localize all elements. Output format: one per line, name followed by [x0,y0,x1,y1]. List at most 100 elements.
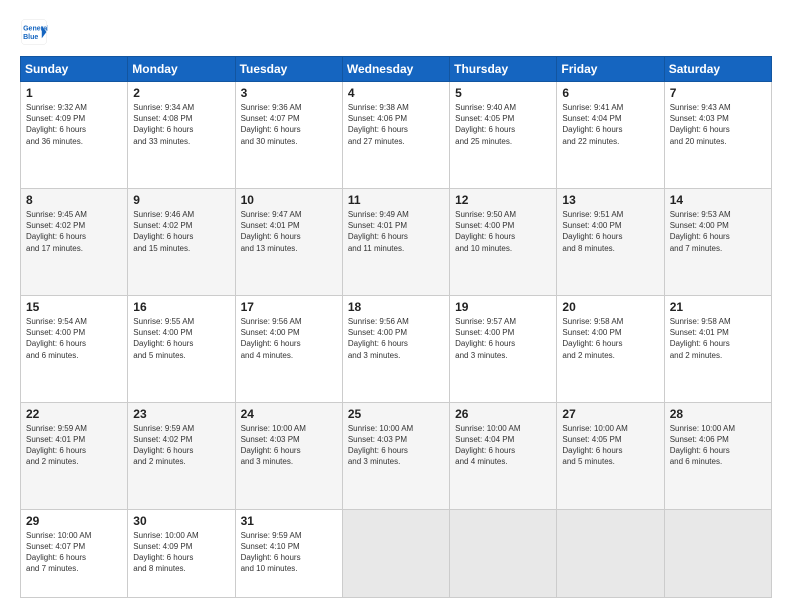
day-number: 11 [348,193,444,207]
calendar-cell: 6 Sunrise: 9:41 AMSunset: 4:04 PMDaylight… [557,82,664,189]
calendar-cell: 18 Sunrise: 9:56 AMSunset: 4:00 PMDayligh… [342,295,449,402]
day-number: 1 [26,86,122,100]
calendar-cell: 17 Sunrise: 9:56 AMSunset: 4:00 PMDayligh… [235,295,342,402]
cell-info: Sunrise: 9:50 AMSunset: 4:00 PMDaylight:… [455,209,551,254]
calendar-cell: 10Sunrise: 9:47 AMSunset: 4:01 PMDayligh… [235,188,342,295]
cell-info: Sunrise: 9:56 AMSunset: 4:00 PMDaylight:… [348,316,444,361]
cell-info: Sunrise: 10:00 AMSunset: 4:05 PMDaylight… [562,423,658,468]
calendar-cell: 30 Sunrise: 10:00 AMSunset: 4:09 PMDaylig… [128,509,235,597]
cell-info: Sunrise: 9:58 AMSunset: 4:00 PMDaylight:… [562,316,658,361]
day-number: 17 [241,300,337,314]
day-number: 27 [562,407,658,421]
calendar-week-2: 8 Sunrise: 9:45 AMSunset: 4:02 PMDaylight… [21,188,772,295]
calendar-cell: 23 Sunrise: 9:59 AMSunset: 4:02 PMDayligh… [128,402,235,509]
svg-text:Blue: Blue [23,34,38,41]
calendar-header-row: SundayMondayTuesdayWednesdayThursdayFrid… [21,57,772,82]
day-number: 7 [670,86,766,100]
cell-info: Sunrise: 10:00 AMSunset: 4:03 PMDaylight… [348,423,444,468]
calendar-cell [664,509,771,597]
day-number: 30 [133,514,229,528]
cell-info: Sunrise: 10:00 AMSunset: 4:04 PMDaylight… [455,423,551,468]
cell-info: Sunrise: 9:54 AMSunset: 4:00 PMDaylight:… [26,316,122,361]
calendar-week-3: 15 Sunrise: 9:54 AMSunset: 4:00 PMDayligh… [21,295,772,402]
calendar-week-5: 29 Sunrise: 10:00 AMSunset: 4:07 PMDaylig… [21,509,772,597]
cell-info: Sunrise: 9:56 AMSunset: 4:00 PMDaylight:… [241,316,337,361]
cell-info: Sunrise: 10:00 AMSunset: 4:09 PMDaylight… [133,530,229,575]
day-number: 21 [670,300,766,314]
day-number: 18 [348,300,444,314]
calendar-cell: 20Sunrise: 9:58 AMSunset: 4:00 PMDayligh… [557,295,664,402]
calendar-cell: 14 Sunrise: 9:53 AMSunset: 4:00 PMDayligh… [664,188,771,295]
calendar-cell: 22Sunrise: 9:59 AMSunset: 4:01 PMDayligh… [21,402,128,509]
cell-info: Sunrise: 9:58 AMSunset: 4:01 PMDaylight:… [670,316,766,361]
day-number: 19 [455,300,551,314]
day-number: 14 [670,193,766,207]
cell-info: Sunrise: 9:43 AMSunset: 4:03 PMDaylight:… [670,102,766,147]
cell-info: Sunrise: 9:41 AMSunset: 4:04 PMDaylight:… [562,102,658,147]
day-number: 13 [562,193,658,207]
calendar-cell: 11 Sunrise: 9:49 AMSunset: 4:01 PMDayligh… [342,188,449,295]
cell-info: Sunrise: 9:47 AMSunset: 4:01 PMDaylight:… [241,209,337,254]
calendar-cell: 13Sunrise: 9:51 AMSunset: 4:00 PMDayligh… [557,188,664,295]
day-number: 4 [348,86,444,100]
day-number: 12 [455,193,551,207]
calendar-cell: 15 Sunrise: 9:54 AMSunset: 4:00 PMDayligh… [21,295,128,402]
header: General Blue [20,18,772,46]
calendar-cell: 9 Sunrise: 9:46 AMSunset: 4:02 PMDaylight… [128,188,235,295]
calendar-cell: 5 Sunrise: 9:40 AMSunset: 4:05 PMDaylight… [450,82,557,189]
day-number: 16 [133,300,229,314]
calendar-cell: 2Sunrise: 9:34 AMSunset: 4:08 PMDaylight… [128,82,235,189]
calendar-cell: 16Sunrise: 9:55 AMSunset: 4:00 PMDayligh… [128,295,235,402]
calendar-cell: 4 Sunrise: 9:38 AMSunset: 4:06 PMDaylight… [342,82,449,189]
col-header-saturday: Saturday [664,57,771,82]
cell-info: Sunrise: 10:00 AMSunset: 4:03 PMDaylight… [241,423,337,468]
calendar-cell [342,509,449,597]
cell-info: Sunrise: 9:59 AMSunset: 4:02 PMDaylight:… [133,423,229,468]
calendar-cell: 19 Sunrise: 9:57 AMSunset: 4:00 PMDayligh… [450,295,557,402]
day-number: 25 [348,407,444,421]
calendar-cell: 28 Sunrise: 10:00 AMSunset: 4:06 PMDaylig… [664,402,771,509]
calendar-cell: 12 Sunrise: 9:50 AMSunset: 4:00 PMDayligh… [450,188,557,295]
calendar-cell: 26 Sunrise: 10:00 AMSunset: 4:04 PMDaylig… [450,402,557,509]
cell-info: Sunrise: 9:53 AMSunset: 4:00 PMDaylight:… [670,209,766,254]
day-number: 24 [241,407,337,421]
calendar-cell: 8 Sunrise: 9:45 AMSunset: 4:02 PMDaylight… [21,188,128,295]
col-header-monday: Monday [128,57,235,82]
day-number: 6 [562,86,658,100]
day-number: 26 [455,407,551,421]
cell-info: Sunrise: 10:00 AMSunset: 4:07 PMDaylight… [26,530,122,575]
calendar-week-1: 1 Sunrise: 9:32 AMSunset: 4:09 PMDaylight… [21,82,772,189]
cell-info: Sunrise: 9:59 AMSunset: 4:10 PMDaylight:… [241,530,337,575]
calendar-cell: 24 Sunrise: 10:00 AMSunset: 4:03 PMDaylig… [235,402,342,509]
calendar-cell: 27 Sunrise: 10:00 AMSunset: 4:05 PMDaylig… [557,402,664,509]
calendar-cell: 1 Sunrise: 9:32 AMSunset: 4:09 PMDaylight… [21,82,128,189]
calendar-cell: 29 Sunrise: 10:00 AMSunset: 4:07 PMDaylig… [21,509,128,597]
day-number: 8 [26,193,122,207]
day-number: 15 [26,300,122,314]
day-number: 28 [670,407,766,421]
calendar-cell: 3Sunrise: 9:36 AMSunset: 4:07 PMDaylight… [235,82,342,189]
col-header-tuesday: Tuesday [235,57,342,82]
cell-info: Sunrise: 9:32 AMSunset: 4:09 PMDaylight:… [26,102,122,147]
cell-info: Sunrise: 9:45 AMSunset: 4:02 PMDaylight:… [26,209,122,254]
cell-info: Sunrise: 10:00 AMSunset: 4:06 PMDaylight… [670,423,766,468]
logo-icon: General Blue [20,18,48,46]
cell-info: Sunrise: 9:38 AMSunset: 4:06 PMDaylight:… [348,102,444,147]
col-header-friday: Friday [557,57,664,82]
cell-info: Sunrise: 9:40 AMSunset: 4:05 PMDaylight:… [455,102,551,147]
day-number: 9 [133,193,229,207]
cell-info: Sunrise: 9:49 AMSunset: 4:01 PMDaylight:… [348,209,444,254]
day-number: 5 [455,86,551,100]
day-number: 23 [133,407,229,421]
calendar-cell [450,509,557,597]
calendar-cell: 21 Sunrise: 9:58 AMSunset: 4:01 PMDayligh… [664,295,771,402]
calendar-cell [557,509,664,597]
day-number: 31 [241,514,337,528]
day-number: 2 [133,86,229,100]
cell-info: Sunrise: 9:46 AMSunset: 4:02 PMDaylight:… [133,209,229,254]
col-header-wednesday: Wednesday [342,57,449,82]
cell-info: Sunrise: 9:57 AMSunset: 4:00 PMDaylight:… [455,316,551,361]
day-number: 29 [26,514,122,528]
col-header-sunday: Sunday [21,57,128,82]
calendar-table: SundayMondayTuesdayWednesdayThursdayFrid… [20,56,772,598]
